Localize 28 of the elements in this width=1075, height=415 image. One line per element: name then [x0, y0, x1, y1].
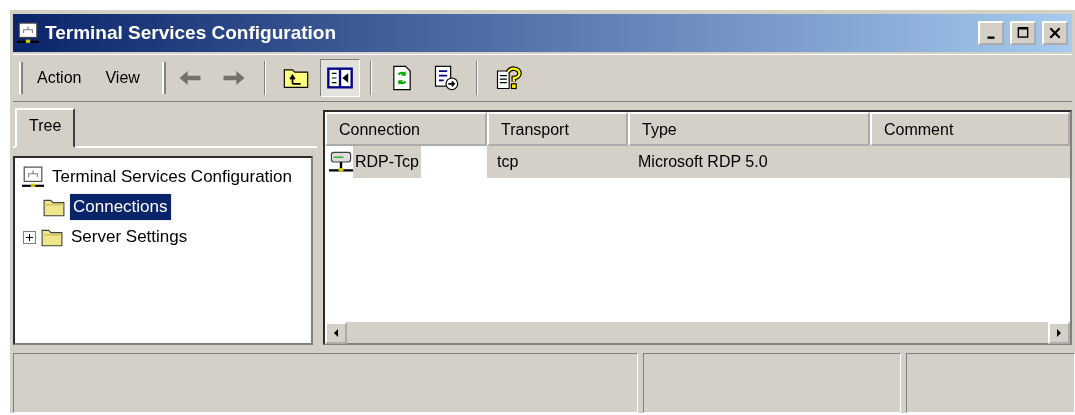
menu-item[interactable]: Action [27, 62, 92, 94]
scroll-right-button[interactable] [1048, 322, 1070, 344]
table-cell[interactable]: RDP-Tcp [353, 146, 421, 178]
computer-icon [21, 166, 45, 188]
close-icon[interactable] [1048, 26, 1062, 40]
toolbar-button[interactable] [319, 59, 360, 97]
table-cell: Microsoft RDP 5.0 [628, 146, 870, 178]
column-header[interactable]: Connection [325, 112, 487, 146]
tree-item[interactable]: Connections [70, 194, 171, 220]
left-arrow-icon [332, 329, 340, 337]
tab[interactable]: Tree [15, 108, 76, 148]
computer-icon [17, 22, 39, 44]
column-header[interactable]: Type [628, 112, 870, 146]
tree-item[interactable]: Server Settings [68, 224, 191, 250]
maximize-icon[interactable] [1016, 26, 1030, 40]
column-header[interactable]: Comment [870, 112, 1070, 146]
scroll-left-button[interactable] [325, 322, 347, 344]
window-title: Terminal Services Configuration [45, 20, 338, 45]
maximize-button[interactable] [1010, 21, 1036, 45]
close-button[interactable] [1042, 21, 1068, 45]
expand-icon[interactable] [23, 230, 36, 244]
minimize-button[interactable] [978, 21, 1004, 45]
right-arrow-icon [1055, 329, 1063, 337]
column-header[interactable]: Transport [487, 112, 628, 146]
tree-item[interactable]: Terminal Services Configuration [49, 164, 295, 190]
table-cell: tcp [487, 146, 628, 178]
network-connection-icon [329, 150, 353, 174]
menu-item[interactable]: View [95, 62, 150, 94]
